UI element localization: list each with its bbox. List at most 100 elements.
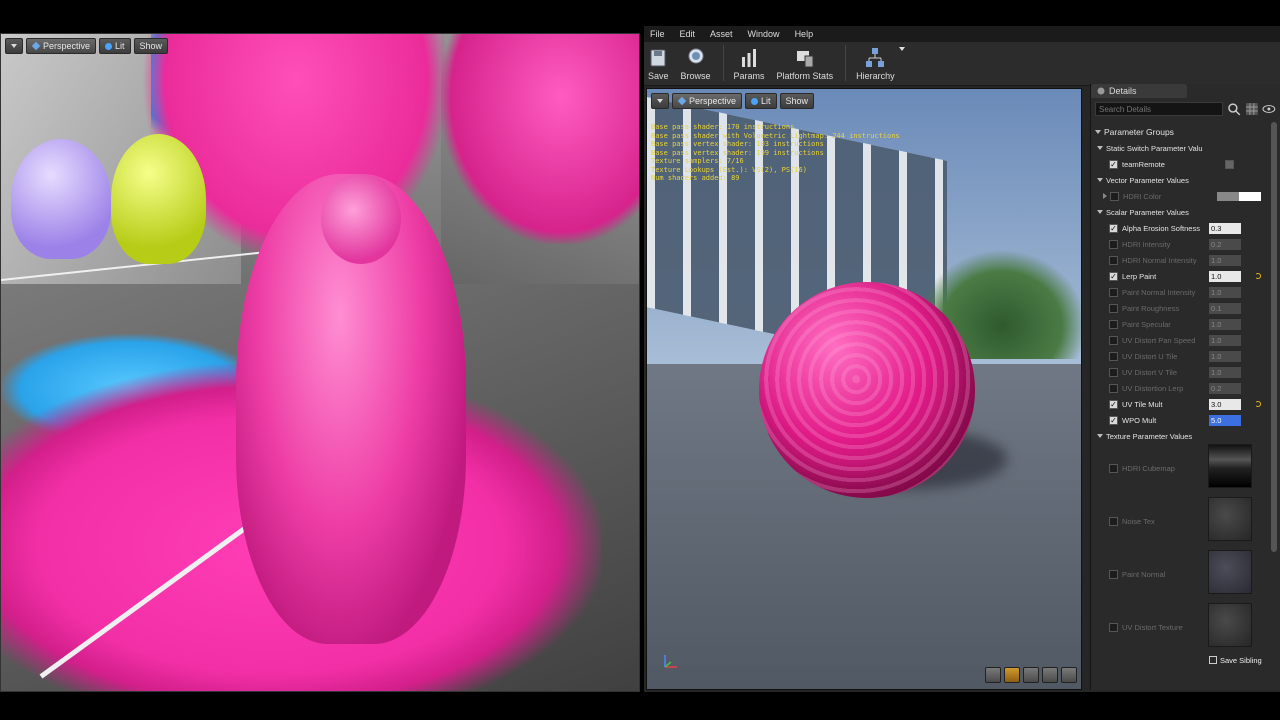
param-value-field[interactable]: 1.0 — [1209, 366, 1241, 378]
color-swatch[interactable] — [1217, 191, 1261, 201]
param-value-field[interactable]: 0.1 — [1209, 302, 1241, 314]
override-checkbox[interactable] — [1109, 303, 1118, 313]
parameter-groups-header[interactable]: Parameter Groups — [1095, 124, 1271, 140]
editor-toolbar: Save Browse Params Platform Stats Hierar… — [644, 42, 1280, 86]
param-value-field[interactable]: 1.0 — [1209, 286, 1241, 298]
perspective-button[interactable]: Perspective — [26, 38, 97, 54]
param-row-paint-normal: Paint Normal — [1109, 566, 1280, 582]
material-preview-viewport[interactable]: Perspective Lit Show Base pass shader: 1… — [646, 88, 1082, 690]
uv-distort-texture-thumbnail[interactable] — [1208, 603, 1252, 647]
save-icon — [650, 49, 666, 67]
menu-window[interactable]: Window — [748, 29, 780, 39]
override-checkbox[interactable]: ✓ — [1109, 271, 1118, 281]
static-switch-header[interactable]: Static Switch Parameter Valu — [1097, 140, 1273, 156]
platform-stats-button[interactable]: Platform Stats — [777, 47, 833, 81]
teamremote-value-checkbox[interactable] — [1225, 159, 1234, 169]
show-button[interactable]: Show — [133, 38, 169, 54]
viewport-options-button[interactable] — [5, 38, 23, 54]
details-scrollbar[interactable] — [1271, 122, 1277, 552]
menu-asset[interactable]: Asset — [710, 29, 733, 39]
param-value-field[interactable]: 1.0 — [1209, 318, 1241, 330]
params-label: Params — [733, 71, 765, 81]
plane-preview-icon[interactable] — [1023, 667, 1039, 683]
search-details-input[interactable] — [1095, 102, 1223, 116]
noise-tex-thumbnail[interactable] — [1208, 497, 1252, 541]
save-sibling-label: Save Sibling — [1220, 655, 1262, 665]
texture-params-header[interactable]: Texture Parameter Values — [1097, 428, 1273, 444]
lit-icon — [105, 42, 113, 50]
vector-params-header[interactable]: Vector Parameter Values — [1097, 172, 1273, 188]
eye-icon[interactable] — [1262, 102, 1276, 116]
paint-normal-thumbnail[interactable] — [1208, 550, 1252, 594]
param-row-hdri-intensity: HDRI Intensity 0.2 — [1109, 236, 1280, 252]
hdri-cubemap-thumbnail[interactable] — [1208, 444, 1252, 488]
cube-preview-icon[interactable] — [1042, 667, 1058, 683]
param-value-field[interactable]: 1.0 — [1209, 350, 1241, 362]
level-viewport[interactable]: Perspective Lit Show — [0, 33, 640, 692]
override-checkbox[interactable] — [1109, 463, 1118, 473]
perspective-icon — [677, 96, 687, 106]
param-row-uv-tile-mult: ✓ UV Tile Mult 3.0 — [1109, 396, 1280, 412]
expand-arrow-icon — [1097, 146, 1103, 150]
param-row-uv-distort-pan-speed: UV Distort Pan Speed 1.0 — [1109, 332, 1280, 348]
override-checkbox[interactable] — [1109, 383, 1118, 393]
params-button[interactable]: Params — [734, 47, 765, 81]
grid-view-icon[interactable] — [1245, 102, 1259, 116]
override-checkbox[interactable]: ✓ — [1109, 399, 1118, 409]
param-value-field-editing[interactable]: 5.0 — [1209, 414, 1241, 426]
browse-label: Browse — [680, 71, 711, 81]
stat-line: Base pass vertex shader: 103 instruction… — [651, 140, 824, 148]
override-checkbox[interactable]: ✓ — [1109, 159, 1118, 169]
preview-options-button[interactable] — [651, 93, 669, 109]
override-checkbox[interactable] — [1109, 367, 1118, 377]
override-checkbox[interactable] — [1109, 255, 1118, 265]
override-checkbox[interactable] — [1109, 351, 1118, 361]
menu-file[interactable]: File — [650, 29, 665, 39]
override-checkbox[interactable] — [1109, 622, 1118, 632]
scalar-params-header[interactable]: Scalar Parameter Values — [1097, 204, 1273, 220]
save-button[interactable]: Save — [648, 47, 669, 81]
param-value-field[interactable]: 1.0 — [1209, 270, 1241, 282]
material-instance-editor: File Edit Asset Window Help Save Browse … — [644, 26, 1280, 692]
details-panel: Details Parameter Groups Static Switch P… — [1090, 84, 1280, 690]
override-checkbox[interactable] — [1109, 319, 1118, 329]
param-name: Paint Normal Intensity — [1122, 287, 1196, 297]
perspective-icon — [31, 41, 41, 51]
preview-lit-button[interactable]: Lit — [745, 93, 777, 109]
reset-to-default-icon[interactable] — [1255, 401, 1261, 407]
override-checkbox[interactable]: ✓ — [1109, 223, 1118, 233]
tab-details[interactable]: Details — [1091, 84, 1187, 98]
save-sibling-button[interactable]: Save Sibling — [1209, 654, 1262, 666]
expand-arrow-icon — [1097, 434, 1103, 438]
preview-show-button[interactable]: Show — [779, 93, 815, 109]
purple-squid-statue — [11, 139, 111, 259]
override-checkbox[interactable] — [1110, 191, 1119, 201]
param-value-field[interactable]: 3.0 — [1209, 398, 1241, 410]
param-value-field[interactable]: 1.0 — [1209, 334, 1241, 346]
param-value-field[interactable]: 0.2 — [1209, 238, 1241, 250]
param-value-field[interactable]: 0.3 — [1209, 222, 1241, 234]
hierarchy-dropdown-icon[interactable] — [898, 47, 905, 51]
param-value-field[interactable]: 0.2 — [1209, 382, 1241, 394]
mesh-preview-icon[interactable] — [1061, 667, 1077, 683]
override-checkbox[interactable] — [1109, 287, 1118, 297]
preview-perspective-button[interactable]: Perspective — [672, 93, 743, 109]
reset-to-default-icon[interactable] — [1255, 273, 1261, 279]
hierarchy-button[interactable]: Hierarchy — [856, 47, 895, 81]
override-checkbox[interactable] — [1109, 239, 1118, 249]
toolbar-divider — [845, 45, 847, 81]
search-icon[interactable] — [1227, 102, 1241, 116]
override-checkbox[interactable]: ✓ — [1109, 415, 1118, 425]
menu-help[interactable]: Help — [795, 29, 814, 39]
param-row-paint-specular: Paint Specular 1.0 — [1109, 316, 1280, 332]
lit-button[interactable]: Lit — [99, 38, 131, 54]
param-value-field[interactable]: 1.0 — [1209, 254, 1241, 266]
cylinder-preview-icon[interactable] — [985, 667, 1001, 683]
override-checkbox[interactable] — [1109, 335, 1118, 345]
menu-edit[interactable]: Edit — [680, 29, 696, 39]
param-name: Paint Roughness — [1122, 303, 1180, 313]
override-checkbox[interactable] — [1109, 516, 1118, 526]
browse-button[interactable]: Browse — [681, 47, 711, 81]
sphere-preview-icon[interactable] — [1004, 667, 1020, 683]
override-checkbox[interactable] — [1109, 569, 1118, 579]
